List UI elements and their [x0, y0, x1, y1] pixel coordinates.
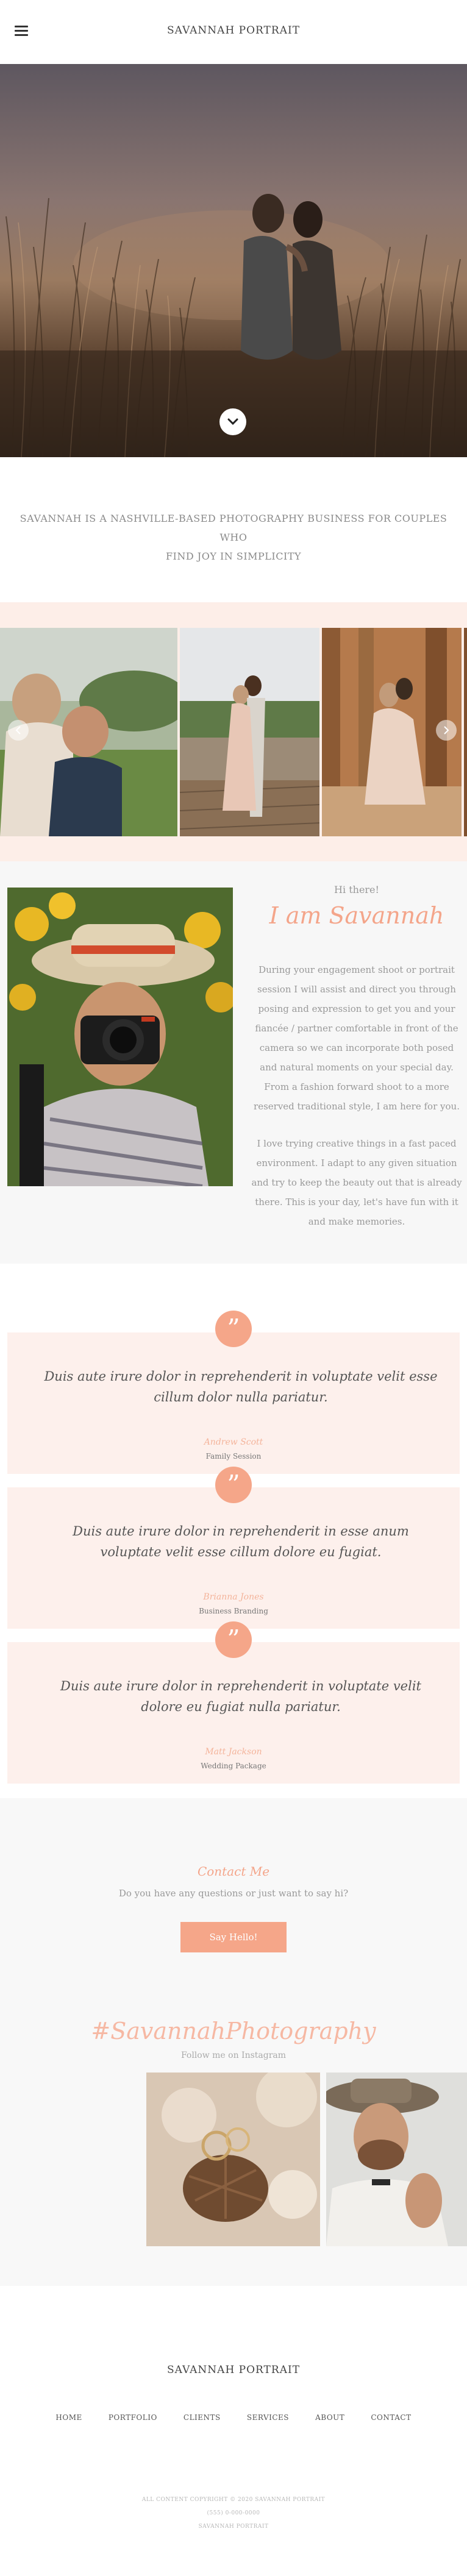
- testimonial-quote: Duis aute irure dolor in reprehenderit i…: [60, 1679, 421, 1714]
- intro-line-1: SAVANNAH IS A NASHVILLE-BASED PHOTOGRAPH…: [20, 513, 447, 543]
- footer-nav-about[interactable]: ABOUT: [315, 2413, 344, 2422]
- footer-name: SAVANNAH PORTRAIT: [198, 2524, 269, 2530]
- testimonial-name: Andrew Scott: [204, 1437, 263, 1447]
- contact-subtitle: Do you have any questions or just want t…: [118, 1888, 349, 1899]
- hero-grass-field: [0, 64, 467, 457]
- chevron-left-icon: [15, 726, 21, 735]
- gallery-prev-button[interactable]: [8, 720, 29, 741]
- testimonial-event: Family Session: [205, 1452, 262, 1461]
- footer-title[interactable]: SAVANNAH PORTRAIT: [0, 2364, 467, 2376]
- footer-phone: (555) 0-000-0000: [207, 2510, 260, 2516]
- footer-copyright: ALL CONTENT COPYRIGHT © 2020 SAVANNAH PO…: [141, 2497, 326, 2503]
- quote-icon: ”: [215, 1621, 252, 1658]
- testimonial-event: Wedding Package: [201, 1762, 266, 1770]
- footer-nav-portfolio[interactable]: PORTFOLIO: [109, 2413, 157, 2422]
- intro-line-2: FIND JOY IN SIMPLICITY: [165, 550, 302, 562]
- instagram-photo-2[interactable]: [326, 2073, 467, 2246]
- testimonial-name: Brianna Jones: [203, 1592, 264, 1602]
- testimonial-card-2: Duis aute irure dolor in reprehenderit i…: [7, 1487, 460, 1629]
- footer-nav-contact[interactable]: CONTACT: [371, 2413, 411, 2422]
- instagram-photo-1[interactable]: [146, 2073, 320, 2246]
- gallery-photo-2[interactable]: [180, 628, 319, 836]
- footer-nav: HOME PORTFOLIO CLIENTS SERVICES ABOUT CO…: [0, 2411, 467, 2422]
- testimonial-name: Matt Jackson: [205, 1747, 262, 1757]
- gallery-next-button[interactable]: [436, 720, 457, 741]
- about-photo: [7, 888, 233, 1186]
- about-paragraph-1: During your engagement shoot or portrait…: [254, 964, 460, 1112]
- instagram-follow-text: Follow me on Instagram: [180, 2051, 287, 2060]
- footer-nav-services[interactable]: SERVICES: [247, 2413, 289, 2422]
- testimonial-quote: Duis aute irure dolor in reprehenderit i…: [73, 1524, 409, 1559]
- instagram-hashtag[interactable]: #SavannahPhotography: [0, 2018, 467, 2044]
- testimonial-event: Business Branding: [199, 1607, 268, 1615]
- intro-tagline: SAVANNAH IS A NASHVILLE-BASED PHOTOGRAPH…: [0, 509, 467, 566]
- footer-nav-home[interactable]: HOME: [55, 2413, 82, 2422]
- gallery-photo-4[interactable]: [464, 628, 467, 836]
- chevron-down-icon: [227, 418, 238, 425]
- about-greeting: Hi there!: [334, 884, 379, 895]
- hero-image: [0, 64, 467, 457]
- say-hello-button[interactable]: Say Hello!: [180, 1922, 287, 1952]
- scroll-down-button[interactable]: [219, 408, 246, 435]
- contact-title: Contact Me: [197, 1864, 270, 1879]
- site-title[interactable]: SAVANNAH PORTRAIT: [0, 24, 467, 37]
- testimonial-quote: Duis aute irure dolor in reprehenderit i…: [44, 1369, 438, 1404]
- quote-icon: ”: [215, 1311, 252, 1347]
- testimonial-card-3: Duis aute irure dolor in reprehenderit i…: [7, 1642, 460, 1784]
- about-name: I am Savannah: [269, 902, 444, 929]
- chevron-right-icon: [444, 726, 449, 735]
- about-paragraph-2: I love trying creative things in a fast …: [251, 1138, 462, 1227]
- testimonial-card-1: Duis aute irure dolor in reprehenderit i…: [7, 1332, 460, 1474]
- footer-nav-clients[interactable]: CLIENTS: [184, 2413, 221, 2422]
- quote-icon: ”: [215, 1467, 252, 1503]
